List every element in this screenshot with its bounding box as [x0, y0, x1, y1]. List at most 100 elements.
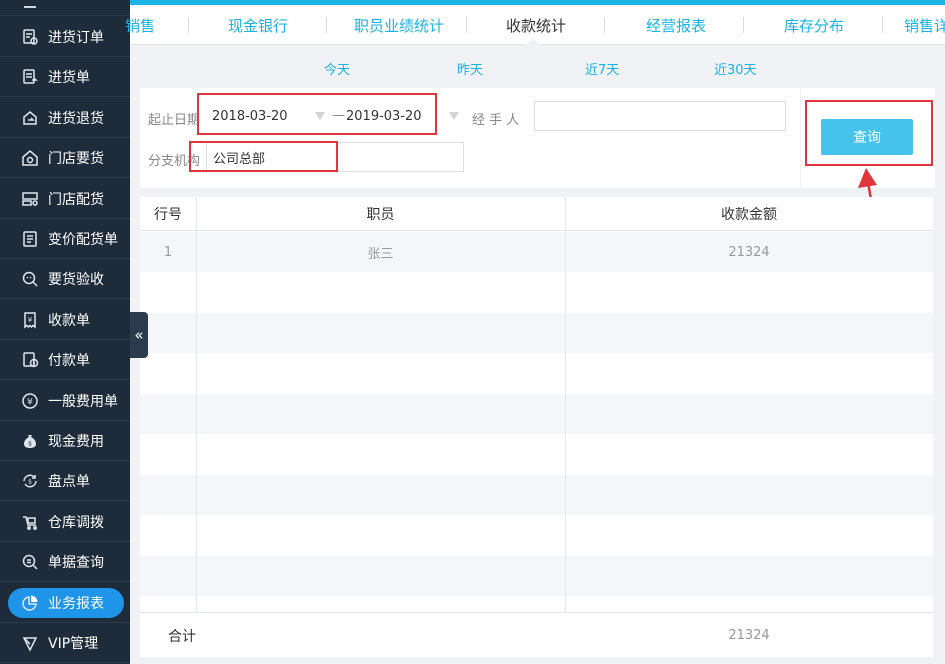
tab-sales[interactable]: 销售 [120, 5, 160, 45]
store-request-icon [20, 148, 40, 168]
pie-chart-icon [20, 593, 40, 613]
sidebar-item-label: 业务报表 [48, 595, 104, 612]
money-bag-icon: $ [20, 431, 40, 451]
tab-cash-bank[interactable]: 现金银行 [208, 5, 308, 45]
sidebar-item-5[interactable]: 变价配货单 [0, 220, 130, 259]
sidebar-item-label: 仓库调拨 [48, 514, 104, 531]
tab-stock-distribution[interactable]: 库存分布 [762, 5, 866, 45]
sidebar-item-label: 现金费用 [48, 434, 104, 450]
sidebar-item-label: 门店要货 [48, 151, 104, 168]
date-to-dropdown-icon[interactable] [449, 112, 459, 120]
sidebar-item-label: 变价配货单 [48, 232, 118, 248]
svg-text:$: $ [28, 479, 32, 486]
sidebar: 进货订单进货单进货退货门店要货门店配货变价配货单要货验收 ¥ 收款单 $ 付款单 ¥ 一般费… [0, 0, 130, 664]
sidebar-item-label: 盘点单 [48, 474, 90, 491]
sidebar-item-15[interactable]: VIP管理 [0, 624, 130, 663]
sidebar-item-9[interactable]: ¥ 一般费用单 [0, 382, 130, 421]
tab-staff-performance[interactable]: 职员业绩统计 [336, 5, 462, 45]
tab-divider [466, 17, 467, 33]
sidebar-item-11[interactable]: $ 盘点单 [0, 462, 130, 502]
quick-date-today[interactable]: 今天 [324, 59, 350, 78]
tab-divider [326, 17, 327, 33]
tab-divider [604, 17, 605, 33]
sidebar-item-8[interactable]: $ 付款单 [0, 341, 130, 381]
date-from-field[interactable]: 2018-03-20 [206, 101, 330, 131]
svg-text:$: $ [32, 361, 35, 367]
table-row[interactable] [140, 435, 933, 475]
sidebar-item-14[interactable]: 业务报表 [0, 584, 130, 623]
date-range-label: 起止日期 [148, 113, 201, 128]
svg-text:¥: ¥ [27, 397, 33, 407]
tab-divider [188, 17, 189, 33]
sidebar-item-7[interactable]: ¥ 收款单 [0, 301, 130, 340]
sidebar-item-label: 付款单 [48, 353, 90, 370]
tab-business-report[interactable]: 经营报表 [624, 5, 728, 45]
receipt-stats-table: 行号 职员 收款金额 1 张三 21324 合计 21324 [140, 197, 933, 657]
sidebar-item-label: 门店配货 [48, 191, 104, 208]
sidebar-item-3[interactable]: 门店要货 [0, 139, 130, 179]
footer-total-label: 合计 [168, 628, 196, 645]
sidebar-item-4[interactable]: 门店配货 [0, 180, 130, 219]
table-row[interactable] [140, 556, 933, 596]
col-header-row-number: 行号 [154, 207, 182, 223]
quick-date-30days[interactable]: 近30天 [714, 59, 757, 78]
warehouse-transfer-icon [20, 512, 40, 532]
table-row[interactable] [140, 313, 933, 353]
sidebar-item-label: 要货验收 [48, 272, 104, 289]
tab-divider [743, 17, 744, 33]
sidebar-collapse-button[interactable]: « [130, 312, 148, 358]
branch-input[interactable]: 公司总部 [206, 142, 464, 172]
partial-item-icon [24, 2, 36, 8]
purchase-return-icon [20, 108, 40, 128]
tab-sales-detail[interactable]: 销售详 [904, 5, 945, 45]
date-to-field[interactable]: 2019-03-20 [340, 101, 460, 131]
sidebar-item-label: 一般费用单 [48, 393, 118, 410]
table-row[interactable] [140, 516, 933, 556]
table-header: 行号 职员 收款金额 [140, 197, 933, 231]
sidebar-item-12[interactable]: 仓库调拨 [0, 503, 130, 542]
col-header-amount: 收款金额 [721, 207, 777, 223]
svg-text:¥: ¥ [28, 316, 33, 324]
yen-circle-icon: ¥ [20, 391, 40, 411]
inventory-check-icon: $ [20, 471, 40, 491]
quick-date-yesterday[interactable]: 昨天 [457, 59, 483, 78]
store-distribution-icon [20, 189, 40, 209]
table-row[interactable]: 1 张三 21324 [140, 232, 933, 272]
query-button[interactable]: 查询 [821, 119, 913, 155]
request-inspection-icon [20, 269, 40, 289]
sidebar-item-label: 单据查询 [48, 555, 104, 572]
col-header-employee: 职员 [366, 207, 395, 223]
quick-date-7days[interactable]: 近7天 [585, 59, 619, 78]
column-divider [565, 197, 566, 612]
active-tab-caret [526, 38, 540, 45]
sidebar-item-10[interactable]: $ 现金费用 [0, 422, 130, 461]
table-footer: 合计 21324 [140, 612, 933, 657]
cell-employee: 张三 [367, 246, 394, 262]
tab-divider [882, 17, 883, 33]
table-row[interactable] [140, 394, 933, 434]
cell-amount: 21324 [728, 244, 770, 260]
receipt-icon: ¥ [20, 310, 40, 330]
sidebar-item-6[interactable]: 要货验收 [0, 260, 130, 300]
sidebar-item-label: 进货单 [48, 70, 90, 87]
purchase-receipt-icon [20, 67, 40, 87]
report-tabs: 销售 现金银行 职员业绩统计 收款统计 经营报表 库存分布 销售详 [125, 5, 945, 45]
payment-icon: $ [20, 350, 40, 370]
svg-text:$: $ [28, 441, 32, 448]
sidebar-item-13[interactable]: 单据查询 [0, 543, 130, 583]
sidebar-scroll-stub [0, 0, 130, 16]
filter-panel: 起止日期 2018-03-20 — 2019-03-20 经 手 人 分支机构 … [140, 88, 800, 188]
table-row[interactable] [140, 273, 933, 313]
date-from-dropdown-icon[interactable] [315, 112, 325, 120]
handler-input[interactable] [534, 101, 786, 131]
sidebar-item-label: 进货退货 [48, 110, 104, 127]
table-row[interactable] [140, 475, 933, 515]
sidebar-item-label: VIP管理 [48, 636, 99, 652]
cell-row-number: 1 [163, 244, 173, 260]
sidebar-item-2[interactable]: 进货退货 [0, 99, 130, 138]
sidebar-item-1[interactable]: 进货单 [0, 58, 130, 98]
purchase-order-icon [20, 27, 40, 47]
sidebar-item-0[interactable]: 进货订单 [0, 18, 130, 57]
column-divider [196, 197, 197, 612]
table-row[interactable] [140, 354, 933, 394]
